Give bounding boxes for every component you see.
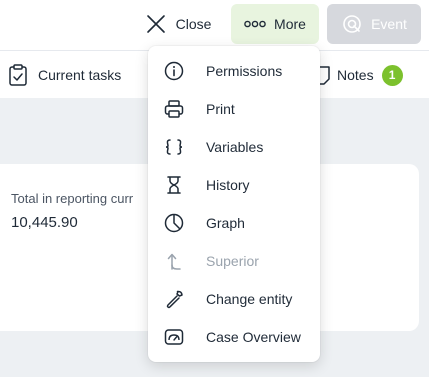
total-reporting-currency-value: 10,445.90 (11, 214, 78, 231)
notes-count-badge: 1 (381, 64, 403, 86)
menu-item-label: Print (206, 101, 235, 117)
menu-item-label: Permissions (206, 63, 283, 79)
top-toolbar: Close More Event (0, 0, 429, 51)
menu-item-variables[interactable]: Variables (148, 128, 320, 166)
menu-item-label: Change entity (206, 291, 293, 307)
menu-item-graph[interactable]: Graph (148, 204, 320, 242)
more-label: More (274, 16, 306, 32)
page: Close More Event Current tasks Notes 1 T… (0, 0, 429, 377)
menu-item-label: Case Overview (206, 329, 301, 345)
more-dots-icon (244, 19, 266, 29)
clipboard-check-icon (8, 64, 28, 86)
tab-notes[interactable]: Notes 1 (315, 61, 403, 89)
menu-item-history[interactable]: History (148, 166, 320, 204)
more-dropdown-menu: Permissions Print Variables History Grap… (148, 46, 320, 362)
menu-item-superior: Superior (148, 242, 320, 280)
menu-item-case-overview[interactable]: Case Overview (148, 318, 320, 356)
wrench-icon (163, 288, 185, 310)
tab-current-tasks-label: Current tasks (38, 67, 122, 83)
menu-item-label: Variables (206, 139, 264, 155)
info-icon (163, 60, 185, 82)
close-icon (145, 13, 167, 35)
menu-item-change-entity[interactable]: Change entity (148, 280, 320, 318)
pie-chart-icon (163, 212, 185, 234)
close-button[interactable]: Close (138, 4, 218, 44)
total-reporting-currency-label: Total in reporting curr (11, 191, 134, 206)
braces-icon (163, 136, 185, 158)
menu-item-label: Superior (206, 253, 259, 269)
event-label: Event (371, 16, 407, 32)
tab-notes-label: Notes (337, 67, 374, 83)
printer-icon (163, 98, 185, 120)
menu-item-print[interactable]: Print (148, 90, 320, 128)
menu-item-label: History (206, 177, 250, 193)
tab-current-tasks[interactable]: Current tasks (8, 61, 121, 89)
gauge-icon (163, 326, 185, 348)
event-button[interactable]: Event (327, 4, 421, 44)
hourglass-icon (163, 174, 185, 196)
menu-item-label: Graph (206, 215, 245, 231)
close-label: Close (175, 16, 212, 32)
arrow-up-icon (163, 250, 185, 272)
more-button[interactable]: More (231, 4, 319, 44)
menu-item-permissions[interactable]: Permissions (148, 52, 320, 90)
event-icon (341, 13, 363, 35)
